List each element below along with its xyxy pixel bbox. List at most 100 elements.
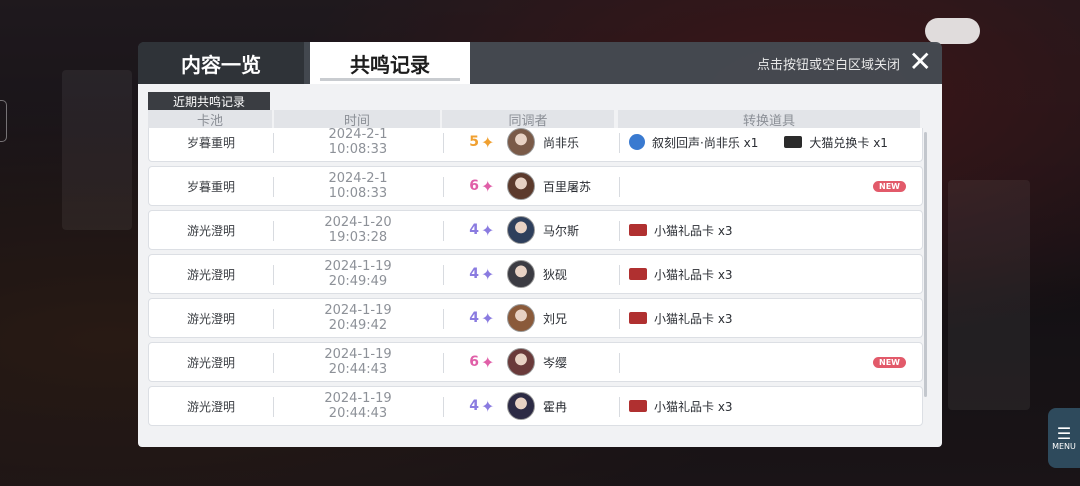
record-time: 2024-2-1 10:08:33 — [273, 128, 443, 161]
record-time: 2024-2-1 10:08:33 — [273, 167, 443, 205]
character-name: 霍冉 — [543, 399, 568, 414]
menu-label: MENU — [1052, 441, 1076, 451]
table-row[interactable]: 岁暮重明 2024-2-1 10:08:33 5 ✦ 尚非乐 叙刻回声·尚非乐 x1 大猫兑换… — [148, 128, 923, 162]
avatar — [507, 260, 535, 288]
table-row[interactable]: 岁暮重明 2024-2-1 10:08:33 6 ✦ 百里屠苏 NEW — [148, 166, 923, 206]
character-name: 尚非乐 — [543, 135, 580, 150]
character-cell: 6 ✦ 百里屠苏 — [443, 167, 619, 205]
record-time: 2024-1-19 20:44:43 — [273, 343, 443, 381]
new-badge: NEW — [873, 357, 906, 368]
star-icon: ✦ — [481, 220, 495, 240]
sphere-icon — [629, 134, 645, 150]
record-clock: 20:49:49 — [328, 274, 388, 289]
table-row[interactable]: 游光澄明 2024-1-19 20:49:49 4 ✦ 狄砚 小猫礼品卡 x3 — [148, 254, 923, 294]
star-icon: ✦ — [481, 132, 495, 152]
character-cell: 4 ✦ 马尔斯 — [443, 211, 619, 249]
pool-name: 游光澄明 — [186, 399, 235, 414]
gift-card-icon — [629, 268, 647, 280]
scrollbar[interactable] — [924, 132, 927, 397]
rarity-value: 4 — [469, 222, 479, 238]
rarity-value: 4 — [469, 310, 479, 326]
record-date: 2024-1-20 — [324, 215, 392, 230]
item-label: 小猫礼品卡 x3 — [654, 399, 733, 414]
gift-card-icon — [629, 224, 647, 236]
item-label: 小猫礼品卡 x3 — [654, 267, 733, 282]
record-time: 2024-1-19 20:49:49 — [273, 255, 443, 293]
close-icon[interactable]: ✕ — [909, 46, 932, 78]
background-toggle — [925, 18, 980, 44]
avatar — [507, 216, 535, 244]
star-icon: ✦ — [481, 396, 495, 416]
record-time: 2024-1-19 20:49:42 — [273, 299, 443, 337]
record-clock: 20:44:43 — [328, 406, 388, 421]
record-date: 2024-2-1 — [328, 171, 388, 186]
star-icon: ✦ — [481, 264, 495, 284]
rarity-value: 4 — [469, 398, 479, 414]
card-icon — [784, 136, 803, 148]
record-clock: 10:08:33 — [328, 186, 388, 201]
pool-name: 岁暮重明 — [186, 179, 235, 194]
character-name: 刘兄 — [543, 311, 568, 326]
table-row[interactable]: 游光澄明 2024-1-20 19:03:28 4 ✦ 马尔斯 小猫礼品卡 x3 — [148, 210, 923, 250]
record-content: 近期共鸣记录 卡池 时间 同调者 转换道具 岁暮重明 2024-2-1 10:08:… — [138, 84, 942, 447]
items-cell: 小猫礼品卡 x3 — [619, 299, 924, 337]
character-cell: 4 ✦ 狄砚 — [443, 255, 619, 293]
record-clock: 10:08:33 — [328, 142, 388, 157]
converted-item: 叙刻回声·尚非乐 x1 — [629, 134, 758, 151]
column-header-character: 同调者 — [442, 110, 614, 129]
item-label: 小猫礼品卡 x3 — [654, 223, 733, 238]
converted-item: 大猫兑换卡 x1 — [784, 134, 888, 151]
record-date: 2024-2-1 — [328, 128, 388, 142]
avatar — [507, 172, 535, 200]
gift-card-icon — [629, 312, 647, 324]
item-label: 小猫礼品卡 x3 — [654, 311, 733, 326]
item-label: 叙刻回声·尚非乐 x1 — [652, 135, 759, 150]
avatar — [507, 392, 535, 420]
new-badge: NEW — [873, 181, 906, 192]
gift-card-icon — [629, 400, 647, 412]
item-label: 大猫兑换卡 x1 — [809, 135, 888, 150]
rarity-value: 6 — [469, 178, 479, 194]
record-date: 2024-1-19 — [324, 347, 392, 362]
menu-icon: ☰ — [1056, 423, 1072, 443]
section-label: 近期共鸣记录 — [148, 92, 270, 110]
avatar — [507, 304, 535, 332]
items-cell: 小猫礼品卡 x3 — [619, 387, 924, 425]
record-date: 2024-1-19 — [324, 391, 392, 406]
tab-bar: 内容一览 共鸣记录 点击按钮或空白区域关闭 ✕ — [138, 42, 942, 84]
items-cell: 小猫礼品卡 x3 — [619, 255, 924, 293]
record-list[interactable]: 岁暮重明 2024-2-1 10:08:33 5 ✦ 尚非乐 叙刻回声·尚非乐 x1 大猫兑换… — [138, 128, 942, 447]
column-header-items: 转换道具 — [618, 110, 920, 129]
character-name: 百里屠苏 — [543, 179, 592, 194]
pool-name: 岁暮重明 — [186, 135, 235, 150]
table-row[interactable]: 游光澄明 2024-1-19 20:44:43 6 ✦ 岑缨 NEW — [148, 342, 923, 382]
background-block — [62, 70, 132, 230]
character-cell: 4 ✦ 刘兄 — [443, 299, 619, 337]
character-cell: 5 ✦ 尚非乐 — [443, 128, 619, 161]
pool-name: 游光澄明 — [186, 223, 235, 238]
close-hint: 点击按钮或空白区域关闭 — [756, 58, 900, 73]
side-handle[interactable] — [0, 100, 7, 142]
items-cell: 叙刻回声·尚非乐 x1 大猫兑换卡 x1 — [619, 128, 924, 161]
avatar — [507, 348, 535, 376]
table-row[interactable]: 游光澄明 2024-1-19 20:49:42 4 ✦ 刘兄 小猫礼品卡 x3 — [148, 298, 923, 338]
menu-button[interactable]: ☰ MENU — [1048, 408, 1080, 468]
table-row[interactable]: 游光澄明 2024-1-19 20:44:43 4 ✦ 霍冉 小猫礼品卡 x3 — [148, 386, 923, 426]
record-clock: 19:03:28 — [328, 230, 388, 245]
character-name: 狄砚 — [543, 267, 568, 282]
pool-name: 游光澄明 — [186, 311, 235, 326]
rarity-value: 6 — [469, 354, 479, 370]
record-date: 2024-1-19 — [324, 303, 392, 318]
tab-overview[interactable]: 内容一览 — [138, 42, 304, 84]
column-header-time: 时间 — [274, 110, 440, 129]
character-cell: 4 ✦ 霍冉 — [443, 387, 619, 425]
converted-item: 小猫礼品卡 x3 — [629, 398, 733, 415]
avatar — [507, 128, 535, 156]
character-cell: 6 ✦ 岑缨 — [443, 343, 619, 381]
star-icon: ✦ — [481, 352, 495, 372]
resonance-record-panel: 内容一览 共鸣记录 点击按钮或空白区域关闭 ✕ 近期共鸣记录 卡池 时间 同调者… — [138, 42, 942, 447]
pool-name: 游光澄明 — [186, 355, 235, 370]
tab-records[interactable]: 共鸣记录 — [310, 42, 470, 84]
background-block — [948, 180, 1030, 410]
record-clock: 20:44:43 — [328, 362, 388, 377]
